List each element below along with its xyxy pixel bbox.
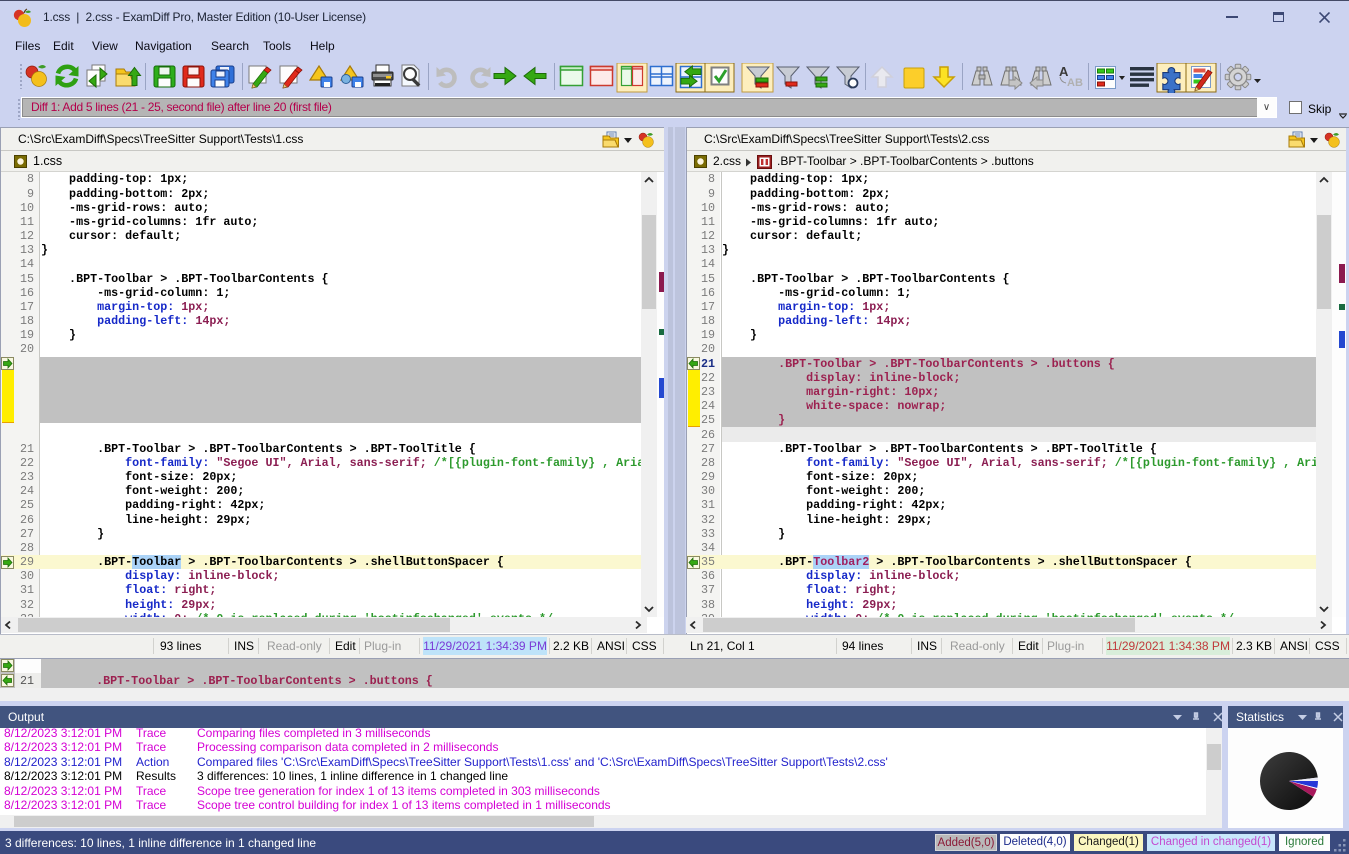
- svg-text:AB: AB: [1067, 77, 1083, 89]
